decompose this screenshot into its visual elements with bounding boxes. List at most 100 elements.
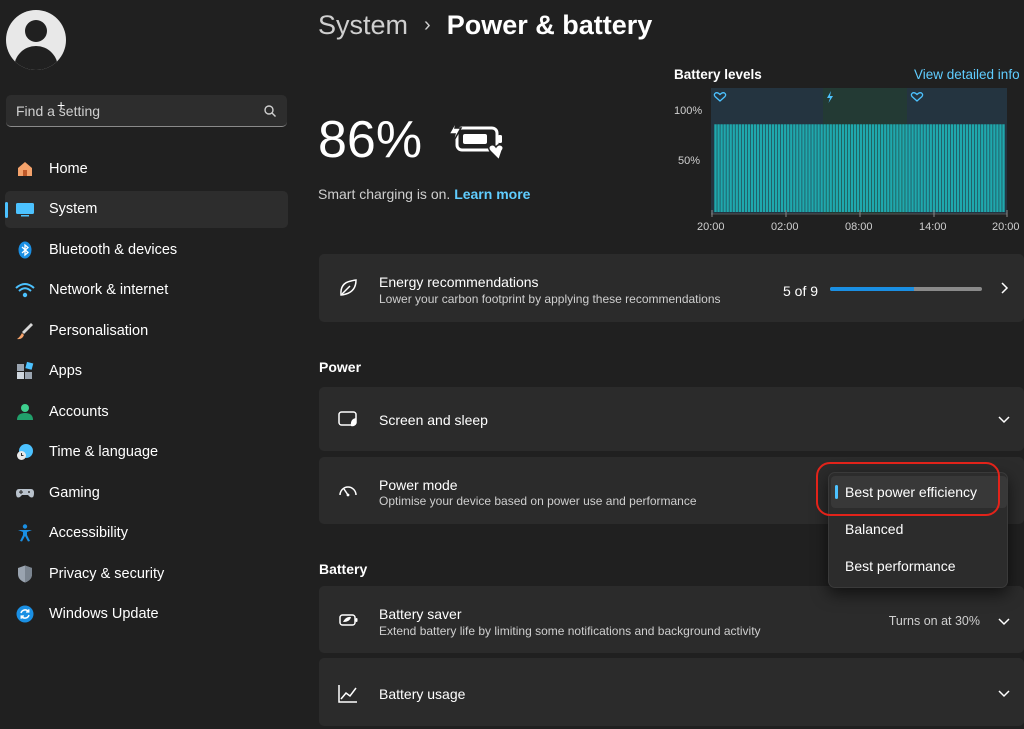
accounts-icon <box>15 402 35 422</box>
battery-level-bar <box>965 124 969 212</box>
y-tick-label: 50% <box>678 155 700 167</box>
battery-level-bar <box>844 124 848 212</box>
battery-level-bar <box>1002 124 1005 212</box>
sidebar-item-gaming[interactable]: Gaming <box>5 474 288 511</box>
power-mode-option-balanced[interactable]: Balanced <box>831 513 1007 545</box>
y-tick-label: 100% <box>674 105 702 117</box>
battery-level-bar <box>859 124 863 212</box>
battery-level-bar <box>714 124 717 212</box>
battery-level-bar <box>911 124 914 212</box>
x-tick-label: 20:00 <box>697 221 725 233</box>
mouse-cursor: + <box>57 97 66 113</box>
sidebar-item-accounts[interactable]: Accounts <box>5 393 288 430</box>
battery-level-bar <box>999 124 1002 212</box>
sidebar-item-bluetooth[interactable]: Bluetooth & devices <box>5 231 288 268</box>
battery-level-bar <box>871 124 875 212</box>
breadcrumb: System › Power & battery <box>318 10 652 41</box>
sidebar-item-apps[interactable]: Apps <box>5 353 288 390</box>
battery-level-bar <box>896 124 899 212</box>
battery-level-bar <box>790 124 793 212</box>
sidebar-item-label: Network & internet <box>49 282 169 298</box>
battery-level-bar <box>893 124 896 212</box>
sidebar-item-personalisation[interactable]: Personalisation <box>5 312 288 349</box>
avatar-body <box>14 46 58 70</box>
power-mode-title: Power mode <box>379 477 458 493</box>
battery-level-bar <box>784 124 787 212</box>
battery-saver-value: Turns on at 30% <box>888 614 980 628</box>
sidebar-item-system[interactable]: System <box>5 190 288 228</box>
search-icon[interactable] <box>263 104 277 118</box>
avatar[interactable] <box>6 10 66 70</box>
gamepad-icon <box>15 483 35 503</box>
battery-level-bar <box>971 124 975 212</box>
battery-level-bar <box>817 124 820 212</box>
x-tick-label: 14:00 <box>919 221 947 233</box>
energy-progress-bar <box>830 287 982 291</box>
battery-level-bar <box>990 124 993 212</box>
battery-level-bar <box>835 124 838 212</box>
battery-level-bar <box>796 124 799 212</box>
battery-level-bar <box>717 124 720 212</box>
battery-usage-card[interactable]: Battery usage <box>319 658 1024 726</box>
battery-level-bar <box>771 124 775 212</box>
battery-level-bar <box>838 124 842 212</box>
sidebar-item-label: Personalisation <box>49 322 149 339</box>
battery-charging-icon <box>448 120 505 162</box>
battery-level-bar <box>959 124 963 212</box>
battery-level-bar <box>729 124 732 212</box>
battery-level-bar <box>811 124 814 212</box>
search-box[interactable] <box>6 95 287 127</box>
sidebar-item-privacy-security[interactable]: Privacy & security <box>5 555 288 592</box>
screen-and-sleep-card[interactable]: Screen and sleep <box>319 387 1024 451</box>
battery-level-bar <box>914 124 917 212</box>
battery-levels-chart[interactable]: 100% 50% 20:00 02:00 08:00 14:00 20:00 <box>674 88 1024 238</box>
battery-saver-card[interactable]: Battery saver Extend battery life by lim… <box>319 586 1024 653</box>
screen-sleep-icon <box>337 408 359 430</box>
battery-level-bar <box>802 124 805 212</box>
battery-level-bar <box>726 124 729 212</box>
battery-level-bar <box>853 124 857 212</box>
sidebar-item-network[interactable]: Network & internet <box>5 272 288 309</box>
battery-level-bar <box>787 124 790 212</box>
energy-subtitle: Lower your carbon footprint by applying … <box>379 292 721 306</box>
sidebar-item-time-language[interactable]: Time & language <box>5 434 288 471</box>
battery-saver-icon <box>337 609 359 631</box>
sidebar-item-label: Accessibility <box>49 525 128 541</box>
breadcrumb-parent[interactable]: System <box>318 10 408 41</box>
apps-icon <box>15 361 35 381</box>
battery-level-bar <box>968 124 972 212</box>
sidebar-item-home[interactable]: Home <box>5 150 288 187</box>
x-tick-label: 08:00 <box>845 221 873 233</box>
view-detailed-info-link[interactable]: View detailed info <box>914 67 1020 82</box>
search-input[interactable] <box>16 102 263 119</box>
sidebar-item-accessibility[interactable]: Accessibility <box>5 515 288 552</box>
power-mode-option-best-performance[interactable]: Best performance <box>831 550 1007 582</box>
battery-section-header: Battery <box>319 561 368 577</box>
battery-level-bar <box>832 124 835 212</box>
learn-more-link[interactable]: Learn more <box>454 186 530 202</box>
battery-level-bar <box>753 124 757 212</box>
battery-level-bar <box>762 124 766 212</box>
breadcrumb-separator: › <box>424 14 431 36</box>
battery-level-bar <box>944 124 948 212</box>
battery-level-bar <box>993 124 996 212</box>
battery-level-bar <box>956 124 960 212</box>
battery-level-bar <box>978 124 981 212</box>
battery-level-bar <box>793 124 796 212</box>
battery-level-bar <box>935 124 939 212</box>
battery-level-bar <box>950 124 954 212</box>
smart-charging-text: Smart charging is on. <box>318 186 451 202</box>
battery-level-bar <box>741 124 745 212</box>
battery-level-bar <box>808 124 811 212</box>
x-tick-label: 02:00 <box>771 221 799 233</box>
leaf-icon <box>337 277 359 299</box>
sidebar-item-windows-update[interactable]: Windows Update <box>5 596 288 633</box>
battery-level-bar <box>759 124 763 212</box>
battery-level-bar <box>774 124 778 212</box>
battery-level-bar <box>856 124 860 212</box>
page-title: Power & battery <box>446 10 653 40</box>
battery-level-bar <box>874 124 878 212</box>
sidebar-item-label: Gaming <box>49 484 100 501</box>
battery-level-bar <box>820 124 823 212</box>
energy-progress-fill <box>830 287 915 291</box>
